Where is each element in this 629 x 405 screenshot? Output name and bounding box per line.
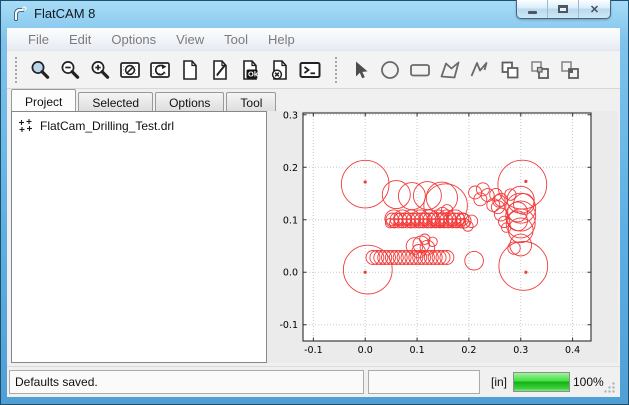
menu-file[interactable]: File — [18, 30, 59, 49]
flatcam-window: FlatCAM 8 ✕ File Edit Options View Tool … — [0, 0, 629, 405]
union-button[interactable] — [498, 58, 522, 82]
minimize-button[interactable] — [517, 0, 548, 18]
svg-text:0.4: 0.4 — [565, 345, 580, 356]
close-icon: ✕ — [590, 3, 599, 16]
new-project-button[interactable] — [178, 58, 202, 82]
svg-text:-0.1: -0.1 — [279, 320, 298, 331]
draw-path-button[interactable] — [468, 58, 492, 82]
draw-polygon-icon — [438, 58, 462, 82]
draw-polygon-button[interactable] — [438, 58, 462, 82]
menu-bar: File Edit Options View Tool Help — [7, 28, 620, 51]
zoom-in-icon — [88, 58, 112, 82]
svg-text:0.1: 0.1 — [410, 345, 425, 356]
toolbar-drag-handle[interactable] — [15, 57, 19, 83]
clear-plot-icon — [118, 58, 142, 82]
tab-selected[interactable]: Selected — [78, 92, 153, 111]
svg-text:Ok: Ok — [248, 69, 259, 78]
draw-circle-icon — [378, 58, 402, 82]
svg-text:0.3: 0.3 — [513, 345, 528, 356]
minimize-icon — [528, 11, 537, 14]
window-title: FlatCAM 8 — [34, 6, 95, 21]
project-tree[interactable]: FlatCam_Drilling_Test.drl — [11, 111, 267, 363]
menu-help[interactable]: Help — [258, 30, 305, 49]
svg-text:-0.1: -0.1 — [304, 345, 323, 356]
clear-plot-button[interactable] — [118, 58, 142, 82]
intersection-icon — [528, 58, 552, 82]
close-button[interactable]: ✕ — [579, 0, 610, 18]
maximize-button[interactable] — [548, 0, 579, 18]
toolbar-drag-handle-2[interactable] — [335, 57, 339, 83]
plot-canvas[interactable]: -0.1 0.0 0.1 0.2 0.3 0.4 -0.1 0.0 0.1 0.2 0.3 — [267, 111, 618, 363]
cancel-script-icon — [268, 58, 292, 82]
cancel-script-button[interactable] — [268, 58, 292, 82]
tab-options[interactable]: Options — [155, 92, 224, 111]
title-bar[interactable]: FlatCAM 8 ✕ — [0, 0, 629, 28]
draw-rectangle-button[interactable] — [408, 58, 432, 82]
shell-button[interactable] — [298, 58, 322, 82]
main-content: FlatCam_Drilling_Test.drl -0.1 0.0 0.1 0.2 0… — [7, 111, 620, 366]
subtract-button[interactable] — [558, 58, 582, 82]
status-message: Defaults saved. — [9, 370, 364, 394]
menu-options[interactable]: Options — [101, 30, 166, 49]
svg-text:0.0: 0.0 — [283, 268, 298, 279]
draw-circle-button[interactable] — [378, 58, 402, 82]
select-arrow-button[interactable] — [348, 58, 372, 82]
tab-project[interactable]: Project — [11, 89, 76, 111]
tab-bar: Project Selected Options Tool — [7, 89, 620, 111]
union-icon — [498, 58, 522, 82]
zoom-out-button[interactable] — [58, 58, 82, 82]
zoom-out-icon — [58, 58, 82, 82]
intersection-button[interactable] — [528, 58, 552, 82]
toolbar: Ok — [7, 51, 620, 89]
caption-buttons: ✕ — [516, 0, 611, 19]
svg-text:0.2: 0.2 — [283, 163, 298, 174]
replot-icon — [148, 58, 172, 82]
progress-bar — [513, 372, 570, 392]
units-indicator: [in] — [485, 370, 513, 394]
zoom-in-button[interactable] — [88, 58, 112, 82]
run-script-ok-button[interactable]: Ok — [238, 58, 262, 82]
client-area: File Edit Options View Tool Help — [7, 28, 620, 397]
progress-bar-fill — [514, 373, 569, 391]
menu-view[interactable]: View — [166, 30, 214, 49]
maximize-icon — [558, 5, 568, 13]
flatcam-logo-icon — [11, 5, 29, 23]
new-project-icon — [178, 58, 202, 82]
menu-edit[interactable]: Edit — [59, 30, 101, 49]
replot-button[interactable] — [148, 58, 172, 82]
draw-rectangle-icon — [408, 58, 432, 82]
edit-script-button[interactable] — [208, 58, 232, 82]
tree-item-label: FlatCam_Drilling_Test.drl — [40, 119, 174, 133]
shell-icon — [298, 58, 322, 82]
svg-text:0.0: 0.0 — [358, 345, 373, 356]
tree-item-drill-file[interactable]: FlatCam_Drilling_Test.drl — [12, 112, 266, 135]
svg-text:0.1: 0.1 — [283, 215, 298, 226]
zoom-fit-icon — [28, 58, 52, 82]
svg-text:0.3: 0.3 — [283, 111, 298, 121]
edit-script-icon — [208, 58, 232, 82]
tab-tool[interactable]: Tool — [226, 92, 276, 111]
status-bar: Defaults saved. [in] 100% — [7, 366, 620, 397]
status-field-2 — [368, 370, 480, 394]
menu-tool[interactable]: Tool — [214, 30, 258, 49]
subtract-icon — [558, 58, 582, 82]
drill-marks-icon — [18, 118, 33, 133]
progress-percent: 100% — [573, 370, 604, 394]
zoom-fit-button[interactable] — [28, 58, 52, 82]
run-script-ok-icon: Ok — [238, 58, 262, 82]
resize-grip[interactable] — [603, 381, 616, 394]
svg-text:0.2: 0.2 — [461, 345, 476, 356]
select-arrow-icon — [348, 58, 372, 82]
drill-plot: -0.1 0.0 0.1 0.2 0.3 0.4 -0.1 0.0 0.1 0.2 0.3 — [267, 111, 618, 364]
draw-path-icon — [468, 58, 492, 82]
